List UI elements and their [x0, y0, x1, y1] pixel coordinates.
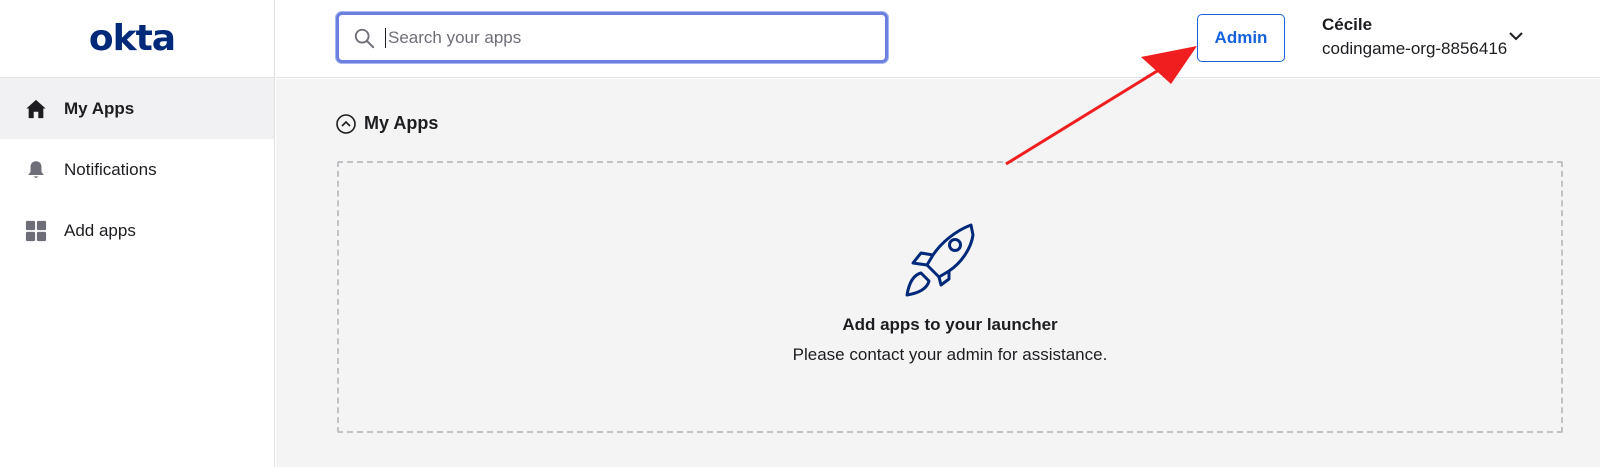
- logo-area: okta: [0, 0, 274, 78]
- user-name: Cécile: [1322, 15, 1373, 34]
- section-title: My Apps: [364, 113, 439, 133]
- main-content: My Apps Add apps to your launcher Please…: [276, 79, 1600, 467]
- sidebar-item-notifications[interactable]: Notifications: [0, 139, 274, 200]
- rocket-icon: [905, 223, 975, 297]
- empty-state-box: Add apps to your launcher Please contact…: [337, 161, 1563, 433]
- my-apps-section-header[interactable]: My Apps: [336, 113, 438, 134]
- empty-state-subtitle: Please contact your admin for assistance…: [792, 345, 1108, 364]
- sidebar-item-my-apps[interactable]: My Apps: [0, 78, 274, 139]
- admin-button[interactable]: Admin: [1197, 14, 1285, 62]
- user-org: codingame-org-8856416: [1322, 39, 1508, 58]
- sidebar-item-label: My Apps: [64, 98, 135, 118]
- search-input[interactable]: [385, 27, 885, 48]
- bell-icon: [24, 158, 48, 182]
- sidebar: okta My Apps Notifications Add apps: [0, 0, 275, 467]
- sidebar-item-label: Add apps: [64, 220, 136, 240]
- top-bar: Admin Cécile codingame-org-8856416: [276, 0, 1600, 78]
- home-icon: [24, 97, 48, 121]
- collapse-chevron-icon[interactable]: [336, 113, 356, 134]
- search-icon: [353, 27, 375, 49]
- sidebar-item-add-apps[interactable]: Add apps: [0, 200, 274, 261]
- chevron-down-icon[interactable]: [1506, 26, 1526, 46]
- search-box[interactable]: [336, 12, 888, 63]
- okta-logo[interactable]: okta: [89, 18, 176, 59]
- sidebar-item-label: Notifications: [64, 159, 157, 179]
- user-menu[interactable]: Cécile codingame-org-8856416: [1322, 14, 1507, 62]
- empty-state-title: Add apps to your launcher: [842, 315, 1058, 334]
- grid-icon: [24, 219, 48, 243]
